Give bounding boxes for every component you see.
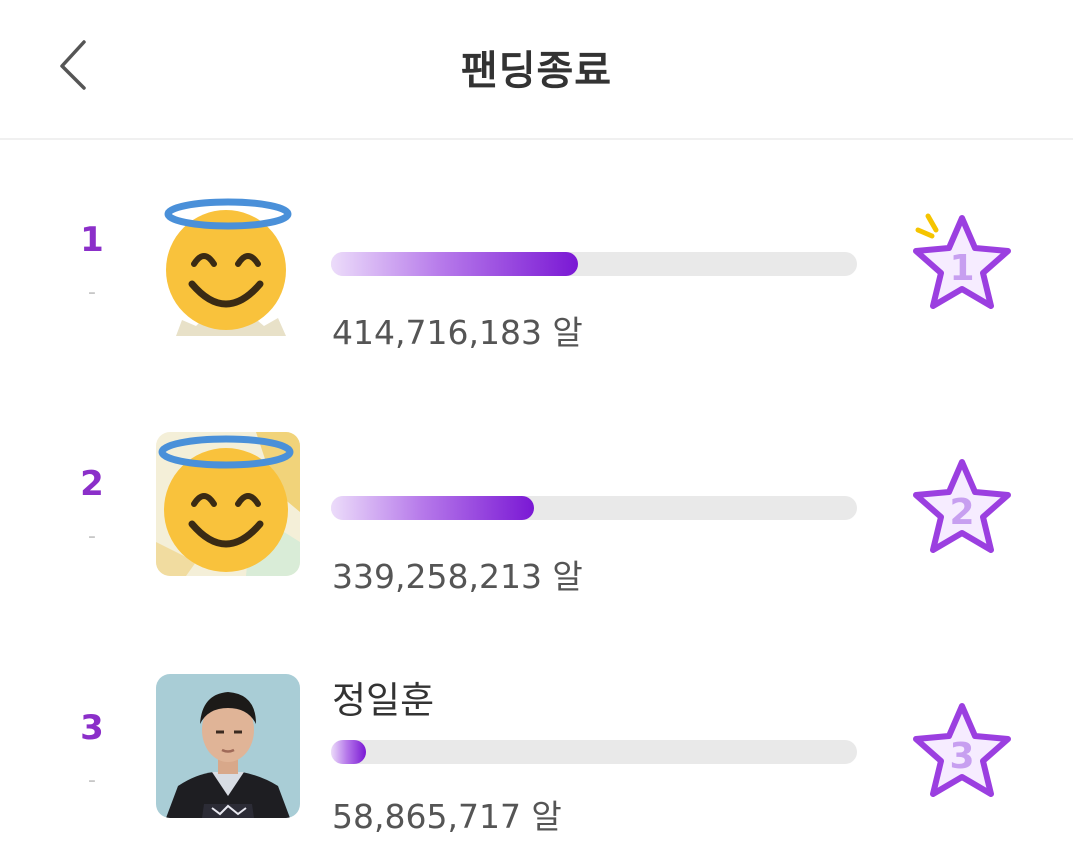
progress-bar: [331, 496, 857, 520]
person-photo: [156, 674, 300, 818]
angel-face-icon: [156, 432, 300, 576]
rank-number: 1: [80, 220, 104, 260]
rank-star-badge-icon: 1: [913, 213, 1011, 309]
progress-fill: [331, 740, 367, 764]
amount-text: 58,865,717 알: [332, 797, 562, 836]
rank-change: -: [88, 280, 96, 305]
avatar: [156, 192, 300, 336]
ranking-row-1[interactable]: 1 - 414,716,183 알 1: [0, 170, 1073, 370]
ranking-row-3[interactable]: 3 - 정일훈 58,865,717 알 3: [0, 658, 1073, 858]
progress-bar: [331, 252, 857, 276]
top-bar: 팬딩종료: [0, 0, 1073, 140]
avatar: [156, 674, 300, 818]
medal-number: 1: [949, 248, 974, 289]
progress-fill: [331, 496, 534, 520]
rank-star-badge-icon: 2: [913, 459, 1011, 553]
rank-change: -: [88, 524, 96, 549]
amount-text: 414,716,183 알: [332, 313, 583, 352]
medal-number: 2: [949, 492, 974, 533]
fan-name: 정일훈: [332, 679, 435, 722]
progress-fill: [331, 252, 579, 276]
amount-text: 339,258,213 알: [332, 557, 583, 596]
ranking-row-2[interactable]: 2 - 339,258,213 알 2: [0, 414, 1073, 614]
rank-number: 2: [80, 464, 104, 504]
rank-number: 3: [80, 708, 104, 748]
avatar: [156, 432, 300, 576]
medal-number: 3: [949, 736, 974, 777]
rank-change: -: [88, 768, 96, 793]
progress-bar: [331, 740, 857, 764]
angel-face-icon: [156, 192, 300, 336]
page-title: 팬딩종료: [460, 48, 613, 94]
rank-star-badge-icon: 3: [913, 703, 1011, 797]
